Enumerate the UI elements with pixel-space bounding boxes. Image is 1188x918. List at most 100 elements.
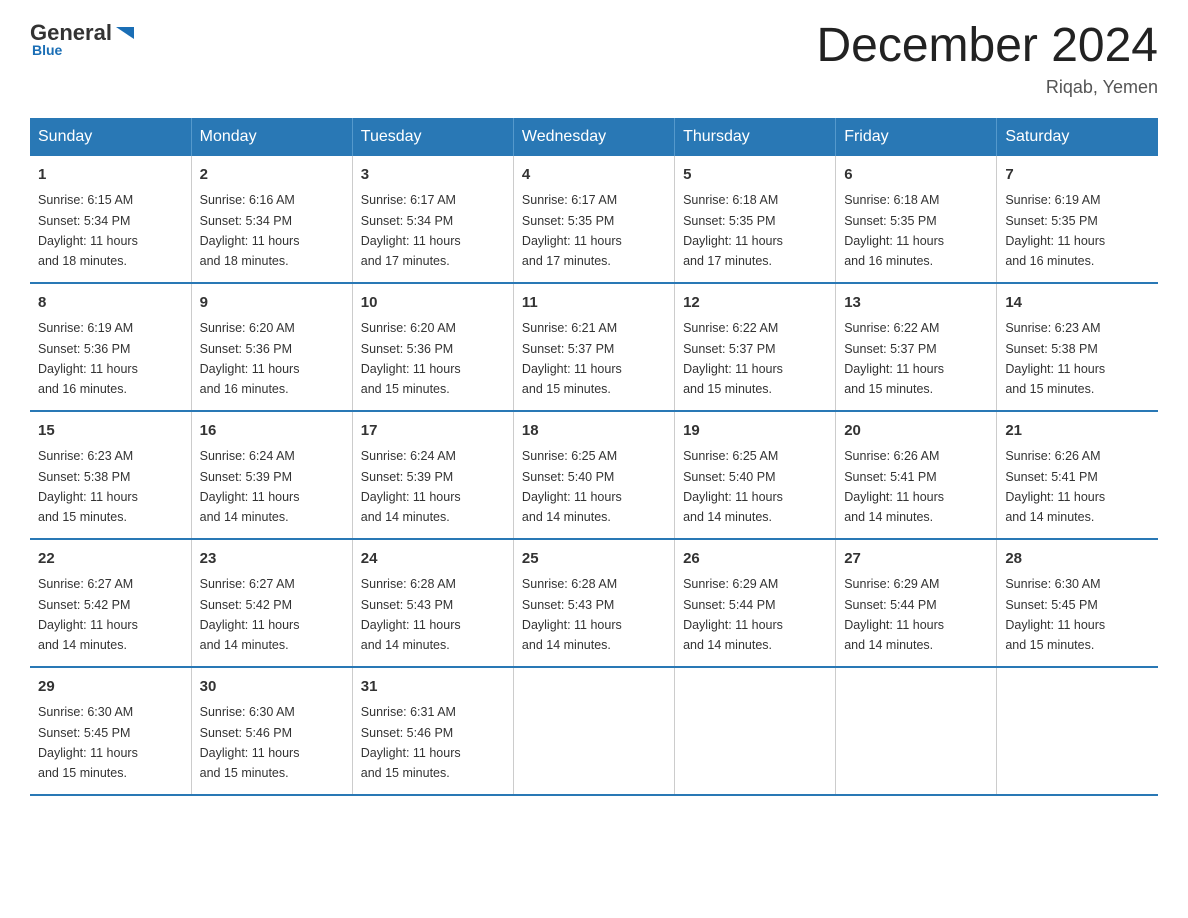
- calendar-table: Sunday Monday Tuesday Wednesday Thursday…: [30, 118, 1158, 796]
- day-number: 21: [1005, 420, 1150, 443]
- day-info: Sunrise: 6:30 AMSunset: 5:45 PMDaylight:…: [38, 705, 138, 780]
- day-info: Sunrise: 6:17 AMSunset: 5:35 PMDaylight:…: [522, 193, 622, 268]
- table-row: 16 Sunrise: 6:24 AMSunset: 5:39 PMDayligh…: [191, 411, 352, 539]
- header-sunday: Sunday: [30, 118, 191, 156]
- table-row: [513, 667, 674, 795]
- day-info: Sunrise: 6:19 AMSunset: 5:36 PMDaylight:…: [38, 321, 138, 396]
- table-row: 6 Sunrise: 6:18 AMSunset: 5:35 PMDaylight…: [836, 156, 997, 283]
- table-row: [997, 667, 1158, 795]
- table-row: 18Sunrise: 6:25 AMSunset: 5:40 PMDayligh…: [513, 411, 674, 539]
- table-row: 5 Sunrise: 6:18 AMSunset: 5:35 PMDaylight…: [675, 156, 836, 283]
- day-info: Sunrise: 6:31 AMSunset: 5:46 PMDaylight:…: [361, 705, 461, 780]
- table-row: 28Sunrise: 6:30 AMSunset: 5:45 PMDayligh…: [997, 539, 1158, 667]
- day-info: Sunrise: 6:23 AMSunset: 5:38 PMDaylight:…: [1005, 321, 1105, 396]
- table-row: 8 Sunrise: 6:19 AMSunset: 5:36 PMDaylight…: [30, 283, 191, 411]
- day-info: Sunrise: 6:21 AMSunset: 5:37 PMDaylight:…: [522, 321, 622, 396]
- table-row: 22 Sunrise: 6:27 AMSunset: 5:42 PMDayligh…: [30, 539, 191, 667]
- table-row: [675, 667, 836, 795]
- table-row: 31 Sunrise: 6:31 AMSunset: 5:46 PMDayligh…: [352, 667, 513, 795]
- day-number: 7: [1005, 164, 1150, 187]
- header-friday: Friday: [836, 118, 997, 156]
- day-number: 17: [361, 420, 505, 443]
- table-row: 23 Sunrise: 6:27 AMSunset: 5:42 PMDayligh…: [191, 539, 352, 667]
- day-number: 20: [844, 420, 988, 443]
- day-info: Sunrise: 6:28 AMSunset: 5:43 PMDaylight:…: [361, 577, 461, 652]
- calendar-body: 1 Sunrise: 6:15 AMSunset: 5:34 PMDaylight…: [30, 156, 1158, 795]
- day-number: 12: [683, 292, 827, 315]
- day-info: Sunrise: 6:22 AMSunset: 5:37 PMDaylight:…: [683, 321, 783, 396]
- day-number: 10: [361, 292, 505, 315]
- table-row: 1 Sunrise: 6:15 AMSunset: 5:34 PMDaylight…: [30, 156, 191, 283]
- day-number: 4: [522, 164, 666, 187]
- day-info: Sunrise: 6:18 AMSunset: 5:35 PMDaylight:…: [683, 193, 783, 268]
- day-info: Sunrise: 6:24 AMSunset: 5:39 PMDaylight:…: [361, 449, 461, 524]
- table-row: 29 Sunrise: 6:30 AMSunset: 5:45 PMDayligh…: [30, 667, 191, 795]
- table-row: 21 Sunrise: 6:26 AMSunset: 5:41 PMDayligh…: [997, 411, 1158, 539]
- day-info: Sunrise: 6:27 AMSunset: 5:42 PMDaylight:…: [200, 577, 300, 652]
- table-row: 14 Sunrise: 6:23 AMSunset: 5:38 PMDayligh…: [997, 283, 1158, 411]
- day-number: 31: [361, 676, 505, 699]
- day-info: Sunrise: 6:18 AMSunset: 5:35 PMDaylight:…: [844, 193, 944, 268]
- day-info: Sunrise: 6:29 AMSunset: 5:44 PMDaylight:…: [844, 577, 944, 652]
- table-row: 7 Sunrise: 6:19 AMSunset: 5:35 PMDaylight…: [997, 156, 1158, 283]
- table-row: 17 Sunrise: 6:24 AMSunset: 5:39 PMDayligh…: [352, 411, 513, 539]
- day-number: 25: [522, 548, 666, 571]
- day-number: 18: [522, 420, 666, 443]
- table-row: 27 Sunrise: 6:29 AMSunset: 5:44 PMDayligh…: [836, 539, 997, 667]
- table-row: 11 Sunrise: 6:21 AMSunset: 5:37 PMDayligh…: [513, 283, 674, 411]
- day-info: Sunrise: 6:20 AMSunset: 5:36 PMDaylight:…: [361, 321, 461, 396]
- table-row: 3 Sunrise: 6:17 AMSunset: 5:34 PMDaylight…: [352, 156, 513, 283]
- day-number: 14: [1005, 292, 1150, 315]
- header-row: Sunday Monday Tuesday Wednesday Thursday…: [30, 118, 1158, 156]
- day-number: 1: [38, 164, 183, 187]
- header-saturday: Saturday: [997, 118, 1158, 156]
- table-row: [836, 667, 997, 795]
- day-info: Sunrise: 6:25 AMSunset: 5:40 PMDaylight:…: [683, 449, 783, 524]
- title-block: December 2024 Riqab, Yemen: [816, 20, 1158, 98]
- table-row: 20Sunrise: 6:26 AMSunset: 5:41 PMDayligh…: [836, 411, 997, 539]
- day-number: 13: [844, 292, 988, 315]
- day-info: Sunrise: 6:20 AMSunset: 5:36 PMDaylight:…: [200, 321, 300, 396]
- header-thursday: Thursday: [675, 118, 836, 156]
- day-info: Sunrise: 6:16 AMSunset: 5:34 PMDaylight:…: [200, 193, 300, 268]
- day-number: 11: [522, 292, 666, 315]
- day-info: Sunrise: 6:28 AMSunset: 5:43 PMDaylight:…: [522, 577, 622, 652]
- day-number: 16: [200, 420, 344, 443]
- location-subtitle: Riqab, Yemen: [816, 77, 1158, 98]
- day-info: Sunrise: 6:27 AMSunset: 5:42 PMDaylight:…: [38, 577, 138, 652]
- table-row: 25 Sunrise: 6:28 AMSunset: 5:43 PMDayligh…: [513, 539, 674, 667]
- day-number: 3: [361, 164, 505, 187]
- day-info: Sunrise: 6:30 AMSunset: 5:46 PMDaylight:…: [200, 705, 300, 780]
- header-tuesday: Tuesday: [352, 118, 513, 156]
- day-info: Sunrise: 6:24 AMSunset: 5:39 PMDaylight:…: [200, 449, 300, 524]
- calendar-header: Sunday Monday Tuesday Wednesday Thursday…: [30, 118, 1158, 156]
- day-info: Sunrise: 6:23 AMSunset: 5:38 PMDaylight:…: [38, 449, 138, 524]
- day-number: 9: [200, 292, 344, 315]
- day-number: 22: [38, 548, 183, 571]
- day-info: Sunrise: 6:29 AMSunset: 5:44 PMDaylight:…: [683, 577, 783, 652]
- month-title: December 2024: [816, 20, 1158, 73]
- table-row: 4 Sunrise: 6:17 AMSunset: 5:35 PMDaylight…: [513, 156, 674, 283]
- day-info: Sunrise: 6:15 AMSunset: 5:34 PMDaylight:…: [38, 193, 138, 268]
- table-row: 30Sunrise: 6:30 AMSunset: 5:46 PMDayligh…: [191, 667, 352, 795]
- day-number: 15: [38, 420, 183, 443]
- day-number: 29: [38, 676, 183, 699]
- day-number: 23: [200, 548, 344, 571]
- day-number: 6: [844, 164, 988, 187]
- day-info: Sunrise: 6:26 AMSunset: 5:41 PMDaylight:…: [1005, 449, 1105, 524]
- table-row: 24Sunrise: 6:28 AMSunset: 5:43 PMDayligh…: [352, 539, 513, 667]
- day-info: Sunrise: 6:30 AMSunset: 5:45 PMDaylight:…: [1005, 577, 1105, 652]
- table-row: 9 Sunrise: 6:20 AMSunset: 5:36 PMDaylight…: [191, 283, 352, 411]
- day-number: 27: [844, 548, 988, 571]
- day-info: Sunrise: 6:19 AMSunset: 5:35 PMDaylight:…: [1005, 193, 1105, 268]
- day-info: Sunrise: 6:22 AMSunset: 5:37 PMDaylight:…: [844, 321, 944, 396]
- day-number: 8: [38, 292, 183, 315]
- logo-blue-text: Blue: [32, 42, 136, 58]
- day-info: Sunrise: 6:17 AMSunset: 5:34 PMDaylight:…: [361, 193, 461, 268]
- day-number: 5: [683, 164, 827, 187]
- day-number: 26: [683, 548, 827, 571]
- day-number: 19: [683, 420, 827, 443]
- table-row: 13 Sunrise: 6:22 AMSunset: 5:37 PMDayligh…: [836, 283, 997, 411]
- table-row: 15 Sunrise: 6:23 AMSunset: 5:38 PMDayligh…: [30, 411, 191, 539]
- page-header: General Blue December 2024 Riqab, Yemen: [30, 20, 1158, 98]
